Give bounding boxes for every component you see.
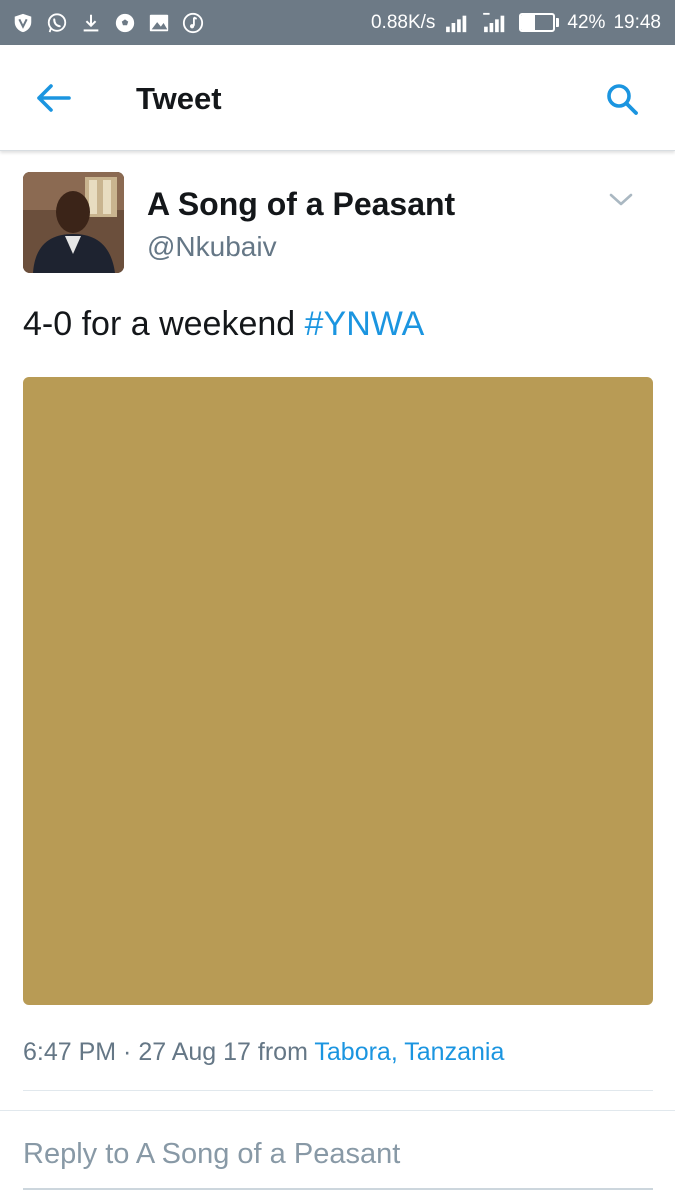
tweet-text: 4-0 for a weekend #YNWA [23,305,424,344]
reply-input[interactable]: Reply to A Song of a Peasant [23,1138,653,1178]
search-icon [607,84,638,115]
avatar[interactable] [23,172,124,273]
vpn-shield-icon [12,12,34,34]
hashtag-link[interactable]: #YNWA [305,305,425,343]
page-title: Tweet [136,81,222,116]
music-icon [182,12,204,34]
back-button[interactable] [34,80,74,116]
search-button[interactable] [602,79,642,119]
image-icon [148,12,170,34]
location-link[interactable]: Tabora, Tanzania [314,1038,504,1066]
signal-lte-icon [481,12,511,34]
status-bar: 0.88K/s 42% 19:48 [0,0,675,45]
tweet-meta: 6:47 PM · 27 Aug 17 from Tabora, Tanzani… [23,1038,504,1067]
soccer-ball-icon [114,12,136,34]
status-notification-icons [12,12,204,34]
app-bar: Tweet [0,45,675,151]
reply-underline [23,1188,653,1190]
net-speed: 0.88K/s [370,11,436,33]
battery-percent: 42% [567,11,606,33]
tweet-timestamp: 6:47 PM · 27 Aug 17 [23,1038,251,1066]
signal-icon [443,12,473,34]
profile-photo [23,172,124,273]
chevron-down-icon [609,193,633,206]
status-system-info: 0.88K/s 42% 19:48 [371,12,661,34]
author-handle[interactable]: @Nkubaiv [147,231,277,263]
from-label: from [257,1038,308,1066]
arrow-left-icon [37,84,71,112]
tweet-options-button[interactable] [606,188,636,212]
download-icon [80,12,102,34]
divider [0,1110,675,1111]
tweet-body: 4-0 for a weekend [23,305,305,343]
divider [23,1090,653,1091]
whatsapp-icon [46,12,68,34]
battery-icon [519,13,560,32]
clock: 19:48 [613,11,661,33]
tweet-media[interactable] [23,377,653,1005]
author-name[interactable]: A Song of a Peasant [147,186,455,223]
